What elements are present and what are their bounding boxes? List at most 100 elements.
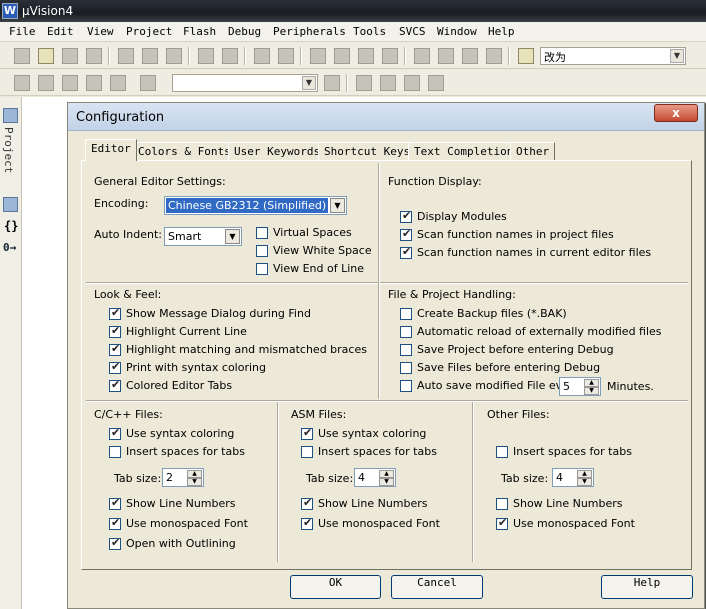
tab-other[interactable]: Other [510,142,556,160]
spin-down-icon[interactable]: ▼ [379,478,394,486]
build-icon[interactable] [38,75,54,91]
cpp-tab-size-spinner[interactable]: 2 ▲ ▼ [162,468,204,487]
translate-icon[interactable] [14,75,30,91]
highlight-braces-checkbox[interactable] [109,342,121,356]
auto-save-minutes-spinner[interactable]: 5 ▲ ▼ [559,377,601,396]
pack-installer-icon[interactable] [428,75,444,91]
tab-shortcut-keys[interactable]: Shortcut Keys [318,142,417,160]
cpp-insert-spaces-checkbox[interactable] [109,446,121,458]
menu-svcs[interactable]: SVCS [399,25,426,38]
nav-forward-icon[interactable] [278,48,294,64]
save-project-debug-checkbox[interactable] [400,344,412,356]
virtual-spaces-checkbox[interactable] [256,227,268,239]
batch-build-icon[interactable] [86,75,102,91]
cpp-syntax-coloring-checkbox[interactable] [109,426,121,440]
asm-syntax-coloring-checkbox[interactable] [301,426,313,440]
highlight-line-checkbox[interactable] [109,324,121,338]
chevron-down-icon[interactable]: ▼ [225,229,240,244]
chevron-down-icon[interactable]: ▼ [302,76,316,90]
menu-help[interactable]: Help [488,25,515,38]
asm-tab-size-spinner[interactable]: 4 ▲ ▼ [354,468,396,487]
encoding-select[interactable]: Chinese GB2312 (Simplified) ▼ [164,196,347,215]
asm-monospaced-checkbox[interactable] [301,516,313,530]
stop-build-icon[interactable] [110,75,126,91]
display-modules-checkbox[interactable] [400,209,412,223]
target-combo[interactable]: ▼ [172,74,318,92]
copy-icon[interactable] [142,48,158,64]
cancel-button[interactable]: Cancel [391,575,483,599]
spin-up-icon[interactable]: ▲ [584,379,599,387]
cpp-line-numbers-checkbox[interactable] [109,496,121,510]
menu-flash[interactable]: Flash [183,25,216,38]
ok-button[interactable]: OK [290,575,381,599]
cut-icon[interactable] [118,48,134,64]
spin-down-icon[interactable]: ▼ [187,478,202,486]
tab-user-keywords[interactable]: User Keywords [228,142,327,160]
unindent-icon[interactable] [438,48,454,64]
view-end-of-line-checkbox[interactable] [256,263,268,275]
project-window-icon[interactable] [3,108,18,123]
cpp-outlining-checkbox[interactable] [109,536,121,550]
redo-icon[interactable] [222,48,238,64]
uncomment-icon[interactable] [486,48,502,64]
other-line-numbers-checkbox[interactable] [496,498,508,510]
templates-icon[interactable]: 0→ [3,241,16,254]
auto-reload-checkbox[interactable] [400,326,412,338]
help-button[interactable]: Help [601,575,693,599]
paste-icon[interactable] [166,48,182,64]
new-file-icon[interactable] [14,48,30,64]
menu-edit[interactable]: Edit [47,25,74,38]
save-files-debug-checkbox[interactable] [400,362,412,374]
view-white-space-checkbox[interactable] [256,245,268,257]
menu-peripherals[interactable]: Peripherals [273,25,346,38]
find-combo[interactable]: 改为 ▼ [540,47,686,65]
target-options-icon[interactable] [324,75,340,91]
create-backup-checkbox[interactable] [400,308,412,320]
close-button[interactable]: x [654,104,698,122]
select-pack-icon[interactable] [404,75,420,91]
spin-up-icon[interactable]: ▲ [379,470,394,478]
other-monospaced-checkbox[interactable] [496,516,508,530]
other-tab-size-spinner[interactable]: 4 ▲ ▼ [552,468,594,487]
tab-colors-fonts[interactable]: Colors & Fonts [132,142,237,160]
undo-icon[interactable] [198,48,214,64]
tab-text-completion[interactable]: Text Completion [408,142,520,160]
next-bookmark-icon[interactable] [358,48,374,64]
spin-down-icon[interactable]: ▼ [577,478,592,486]
menu-window[interactable]: Window [437,25,477,38]
chevron-down-icon[interactable]: ▼ [330,198,345,213]
project-tab-label[interactable]: Project [2,127,15,173]
rebuild-icon[interactable] [62,75,78,91]
show-find-dialog-checkbox[interactable] [109,306,121,320]
nav-back-icon[interactable] [254,48,270,64]
bookmark-icon[interactable] [310,48,326,64]
scan-project-files-checkbox[interactable] [400,227,412,241]
auto-save-checkbox[interactable] [400,380,412,392]
menu-view[interactable]: View [87,25,114,38]
other-insert-spaces-checkbox[interactable] [496,446,508,458]
print-syntax-checkbox[interactable] [109,360,121,374]
scan-editor-files-checkbox[interactable] [400,245,412,259]
chevron-down-icon[interactable]: ▼ [670,49,684,63]
books-icon[interactable] [3,197,18,212]
comment-icon[interactable] [462,48,478,64]
save-all-icon[interactable] [86,48,102,64]
spin-down-icon[interactable]: ▼ [584,387,599,395]
manage-books-icon[interactable] [380,75,396,91]
spin-up-icon[interactable]: ▲ [577,470,592,478]
auto-indent-select[interactable]: Smart ▼ [164,227,242,246]
save-icon[interactable] [62,48,78,64]
cpp-monospaced-checkbox[interactable] [109,516,121,530]
prev-bookmark-icon[interactable] [334,48,350,64]
download-icon[interactable] [140,75,156,91]
colored-tabs-checkbox[interactable] [109,378,121,392]
components-icon[interactable] [356,75,372,91]
clear-bookmarks-icon[interactable] [382,48,398,64]
functions-icon[interactable]: {} [4,219,18,233]
menu-tools[interactable]: Tools [353,25,386,38]
find-in-files-icon[interactable] [518,48,534,64]
menu-file[interactable]: File [9,25,36,38]
open-folder-icon[interactable] [38,48,54,64]
asm-line-numbers-checkbox[interactable] [301,496,313,510]
asm-insert-spaces-checkbox[interactable] [301,446,313,458]
